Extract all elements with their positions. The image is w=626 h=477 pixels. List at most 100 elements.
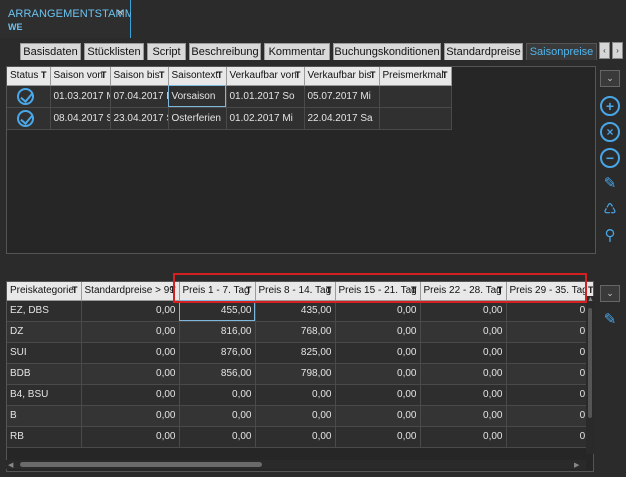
preis-29-35-cell[interactable]: 0,0 xyxy=(506,321,593,343)
filter-icon[interactable]: T xyxy=(246,285,252,295)
preismerkmal-cell[interactable] xyxy=(379,107,452,130)
standardpreis-cell[interactable]: 0,00 xyxy=(81,321,180,343)
tab-scroll-right-icon[interactable]: › xyxy=(612,42,623,59)
preiskategorie-cell[interactable]: B4, BSU xyxy=(7,384,82,406)
table-row[interactable]: B 0,00 0,00 0,00 0,00 0,00 0,0 xyxy=(7,405,593,427)
preis-29-35-cell[interactable]: 0,0 xyxy=(506,300,593,322)
add-icon[interactable]: + xyxy=(600,96,620,116)
close-icon[interactable]: × xyxy=(117,7,123,19)
saisontext-cell[interactable]: Osterferien xyxy=(168,107,227,130)
preismerkmal-cell[interactable] xyxy=(379,85,452,108)
filter-icon[interactable]: T xyxy=(72,285,78,295)
preis-15-21-cell[interactable]: 0,00 xyxy=(335,300,421,322)
standardpreis-cell[interactable]: 0,00 xyxy=(81,342,180,364)
tab-buchungskonditionen[interactable]: Buchungskonditionen xyxy=(333,43,441,60)
preis-15-21-cell[interactable]: 0,00 xyxy=(335,405,421,427)
edit-pencil-icon[interactable]: ✎ xyxy=(600,174,620,194)
status-cell[interactable] xyxy=(7,85,51,108)
preis-8-14-cell[interactable]: 0,00 xyxy=(255,405,336,427)
preiskategorie-cell[interactable]: EZ, DBS xyxy=(7,300,82,322)
filter-icon[interactable]: T xyxy=(326,285,332,295)
preis-1-7-cell[interactable]: 856,00 xyxy=(179,363,256,385)
standardpreis-cell[interactable]: 0,00 xyxy=(81,426,180,448)
tab-script[interactable]: Script xyxy=(147,43,186,60)
preis-8-14-cell[interactable]: 825,00 xyxy=(255,342,336,364)
col-preis-29-35[interactable]: Preis 29 - 35. Tag T xyxy=(506,282,593,301)
standardpreis-cell[interactable]: 0,00 xyxy=(81,300,180,322)
col-preis-1-7[interactable]: Preis 1 - 7. Tag T xyxy=(179,282,256,301)
verkaufbar-von-cell[interactable]: 01.02.2017 Mi xyxy=(226,107,305,130)
preiskategorie-cell[interactable]: BDB xyxy=(7,363,82,385)
preis-8-14-cell[interactable]: 798,00 xyxy=(255,363,336,385)
preiskategorie-cell[interactable]: SUI xyxy=(7,342,82,364)
window-tab[interactable]: ARRANGEMENTSTAMM × WE xyxy=(0,0,134,38)
price-dropdown-icon[interactable]: ⌄ xyxy=(600,285,620,302)
preis-8-14-cell[interactable]: 768,00 xyxy=(255,321,336,343)
filter-icon[interactable]: T xyxy=(295,70,301,80)
vertical-scrollbar[interactable]: ▲ xyxy=(586,296,594,454)
table-row[interactable]: RB 0,00 0,00 0,00 0,00 0,00 0,0 xyxy=(7,426,593,448)
preis-8-14-cell[interactable]: 435,00 xyxy=(255,300,336,322)
filter-icon[interactable]: T xyxy=(217,70,223,80)
filter-icon[interactable]: T xyxy=(411,285,417,295)
verkaufbar-bis-cell[interactable]: 05.07.2017 Mi xyxy=(304,85,380,108)
scroll-left-icon[interactable]: ◀ xyxy=(8,461,13,469)
preis-29-35-cell[interactable]: 0,0 xyxy=(506,405,593,427)
filter-icon[interactable]: T xyxy=(588,285,593,295)
preis-29-35-cell[interactable]: 0,0 xyxy=(506,384,593,406)
table-row[interactable]: EZ, DBS 0,00 455,00 435,00 0,00 0,00 0,0 xyxy=(7,300,593,322)
col-verkaufbar-bis[interactable]: Verkaufbar bis T xyxy=(304,67,380,86)
table-row[interactable]: 01.03.2017 Mi 07.04.2017 Fr Vorsaison 01… xyxy=(7,85,452,108)
preiskategorie-cell[interactable]: RB xyxy=(7,426,82,448)
preis-29-35-cell[interactable]: 0,0 xyxy=(506,426,593,448)
tab-stuecklisten[interactable]: Stücklisten xyxy=(84,43,144,60)
col-standardpreise[interactable]: Standardpreise > 99 T xyxy=(81,282,180,301)
filter-icon[interactable]: T xyxy=(497,285,503,295)
col-saison-von[interactable]: Saison von T xyxy=(50,67,111,86)
filter-icon[interactable]: T xyxy=(41,70,47,80)
tab-standardpreise[interactable]: Standardpreise xyxy=(444,43,523,60)
filter-icon[interactable]: T xyxy=(170,285,176,295)
table-row[interactable]: SUI 0,00 876,00 825,00 0,00 0,00 0,0 xyxy=(7,342,593,364)
table-row[interactable]: BDB 0,00 856,00 798,00 0,00 0,00 0,0 xyxy=(7,363,593,385)
remove-icon[interactable]: − xyxy=(600,148,620,168)
preis-22-28-cell[interactable]: 0,00 xyxy=(420,300,507,322)
tab-scroll-left-icon[interactable]: ‹ xyxy=(599,42,610,59)
table-row[interactable]: DZ 0,00 816,00 768,00 0,00 0,00 0,0 xyxy=(7,321,593,343)
saison-von-cell[interactable]: 01.03.2017 Mi xyxy=(50,85,111,108)
tab-kommentar[interactable]: Kommentar xyxy=(264,43,330,60)
preis-15-21-cell[interactable]: 0,00 xyxy=(335,321,421,343)
saison-bis-cell[interactable]: 23.04.2017 So xyxy=(110,107,169,130)
col-preismerkmal[interactable]: Preismerkmal T xyxy=(379,67,452,86)
col-verkaufbar-von[interactable]: Verkaufbar von T xyxy=(226,67,305,86)
verkaufbar-von-cell[interactable]: 01.01.2017 So xyxy=(226,85,305,108)
preis-8-14-cell[interactable]: 0,00 xyxy=(255,426,336,448)
preis-1-7-cell[interactable]: 455,00 xyxy=(179,300,256,322)
preis-15-21-cell[interactable]: 0,00 xyxy=(335,426,421,448)
scroll-right-icon[interactable]: ▶ xyxy=(574,461,579,469)
preis-29-35-cell[interactable]: 0,0 xyxy=(506,342,593,364)
col-preis-8-14[interactable]: Preis 8 - 14. Tag T xyxy=(255,282,336,301)
filter-icon[interactable]: T xyxy=(101,70,107,80)
preiskategorie-cell[interactable]: B xyxy=(7,405,82,427)
standardpreis-cell[interactable]: 0,00 xyxy=(81,405,180,427)
saison-bis-cell[interactable]: 07.04.2017 Fr xyxy=(110,85,169,108)
saisontext-cell[interactable]: Vorsaison xyxy=(168,85,227,108)
edit-price-pencil-icon[interactable]: ✎ xyxy=(600,310,620,330)
preis-1-7-cell[interactable]: 0,00 xyxy=(179,405,256,427)
filter-icon[interactable]: T xyxy=(442,70,448,80)
preis-22-28-cell[interactable]: 0,00 xyxy=(420,342,507,364)
standardpreis-cell[interactable]: 0,00 xyxy=(81,384,180,406)
preis-15-21-cell[interactable]: 0,00 xyxy=(335,363,421,385)
col-status[interactable]: Status T xyxy=(7,67,51,86)
preis-22-28-cell[interactable]: 0,00 xyxy=(420,384,507,406)
filter-icon[interactable]: T xyxy=(159,70,165,80)
table-row[interactable]: B4, BSU 0,00 0,00 0,00 0,00 0,00 0,0 xyxy=(7,384,593,406)
preis-1-7-cell[interactable]: 876,00 xyxy=(179,342,256,364)
delete-icon[interactable]: × xyxy=(600,122,620,142)
table-row[interactable]: 08.04.2017 Sa 23.04.2017 So Osterferien … xyxy=(7,107,452,130)
saison-von-cell[interactable]: 08.04.2017 Sa xyxy=(50,107,111,130)
scroll-up-icon[interactable]: ▲ xyxy=(587,296,594,303)
horizontal-scrollbar[interactable]: ◀ ▶ xyxy=(6,460,586,469)
tab-beschreibung[interactable]: Beschreibung xyxy=(189,43,261,60)
